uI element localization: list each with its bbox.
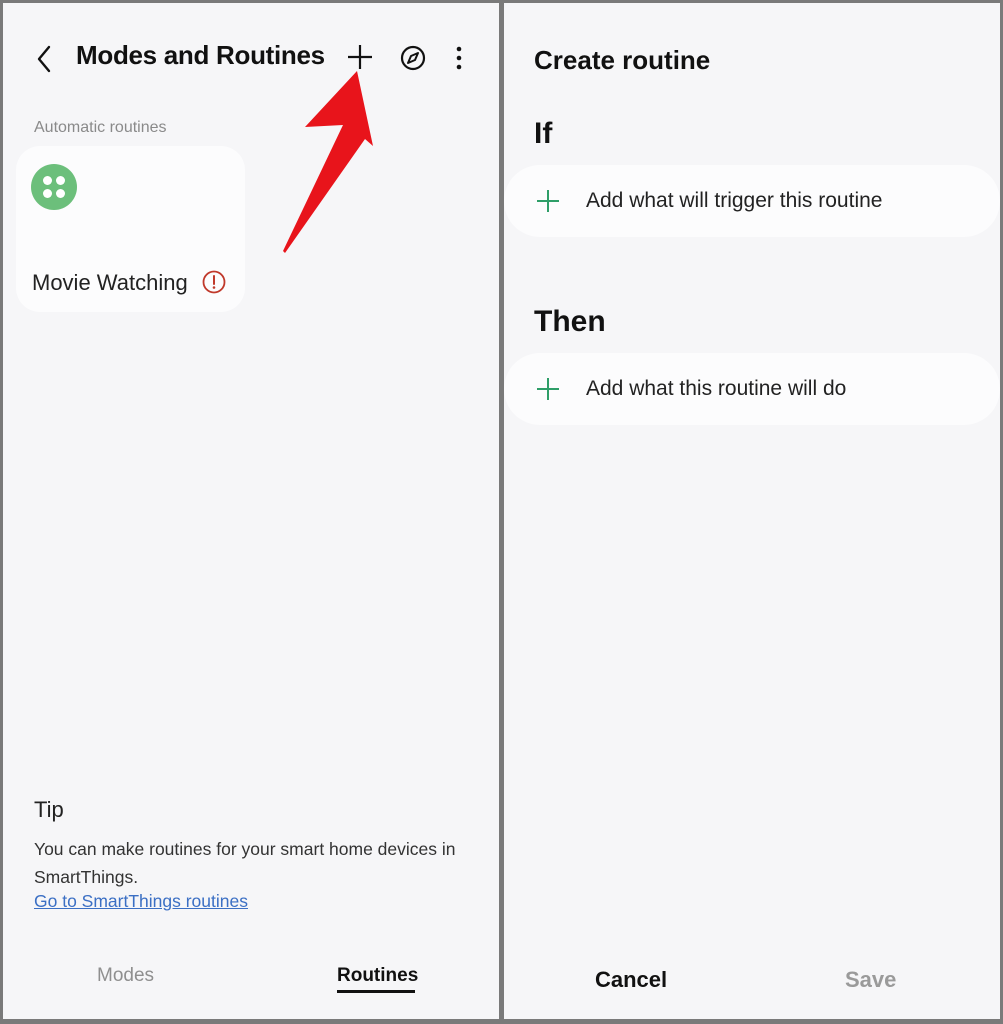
add-action-button[interactable]: Add what this routine will do bbox=[504, 353, 1000, 425]
red-arrow-annotation bbox=[283, 71, 373, 253]
add-action-label: Add what this routine will do bbox=[586, 377, 847, 400]
save-button[interactable]: Save bbox=[845, 967, 896, 993]
add-trigger-button[interactable]: Add what will trigger this routine bbox=[504, 165, 1000, 237]
tab-selected-indicator bbox=[337, 990, 415, 993]
compass-icon bbox=[400, 45, 426, 71]
apps-grid-icon bbox=[31, 164, 77, 210]
routine-name: Movie Watching bbox=[32, 270, 188, 295]
warning-circle-icon bbox=[202, 270, 226, 294]
then-heading: Then bbox=[534, 305, 606, 338]
tip-body: You can make routines for your smart hom… bbox=[34, 839, 456, 887]
create-routine-screen: Create routine If Add what will trigger … bbox=[504, 3, 1000, 1019]
automatic-routines-label: Automatic routines bbox=[34, 119, 167, 136]
more-vertical-icon bbox=[456, 46, 462, 70]
more-options-button[interactable] bbox=[449, 43, 469, 73]
tip-title: Tip bbox=[34, 797, 64, 822]
page-title: Create routine bbox=[534, 45, 711, 75]
page-title: Modes and Routines bbox=[76, 40, 325, 70]
tab-modes[interactable]: Modes bbox=[97, 965, 154, 987]
modes-and-routines-screen: Modes and Routines Automatic routines Mo… bbox=[3, 3, 499, 1019]
plus-icon bbox=[537, 190, 559, 212]
add-routine-button[interactable] bbox=[345, 42, 375, 72]
plus-icon bbox=[537, 378, 559, 400]
routine-card[interactable]: Movie Watching bbox=[16, 146, 245, 312]
cancel-button[interactable]: Cancel bbox=[595, 967, 667, 993]
discover-button[interactable] bbox=[398, 43, 428, 73]
if-heading: If bbox=[534, 117, 553, 150]
chevron-left-icon bbox=[37, 45, 51, 73]
smartthings-routines-link[interactable]: Go to SmartThings routines bbox=[34, 891, 248, 912]
add-trigger-label: Add what will trigger this routine bbox=[586, 189, 883, 212]
back-button[interactable] bbox=[31, 43, 59, 75]
plus-icon bbox=[348, 45, 372, 69]
tab-routines[interactable]: Routines bbox=[337, 965, 418, 987]
